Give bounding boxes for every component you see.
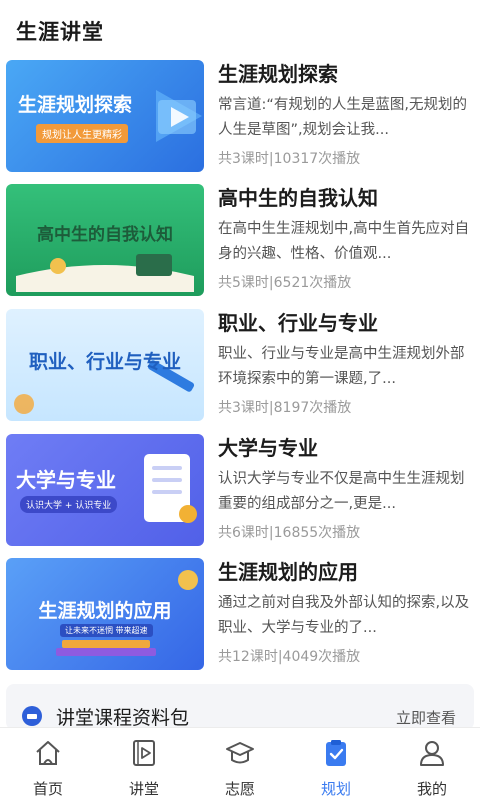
course-package-card[interactable]: 讲堂课程资料包 立即查看: [6, 684, 474, 730]
course-thumbnail[interactable]: 生涯规划的应用 让未来不迷惘 带来超速: [6, 558, 204, 670]
course-info: 大学与专业 认识大学与专业不仅是高中生生涯规划重要的组成部分之一,更是... 共…: [218, 434, 474, 546]
course-description: 通过之前对自我及外部认知的探索,以及职业、大学与专业的了...: [218, 595, 470, 636]
course-meta: 共3课时|8197次播放: [218, 400, 352, 416]
package-title: 讲堂课程资料包: [56, 707, 190, 729]
banner-title: 高中生的自我认知: [37, 225, 173, 245]
course-title: 职业、行业与专业: [218, 311, 378, 335]
header: 生涯讲堂: [0, 0, 480, 62]
view-now-link[interactable]: 立即查看: [396, 707, 456, 728]
course-description: 认识大学与专业不仅是高中生生涯规划重要的组成部分之一,更是...: [218, 471, 465, 512]
graduation-cap-icon: [226, 742, 254, 764]
course-description: 常言道:“有规划的人生是蓝图,无规划的人生是草图”,规划会让我...: [218, 97, 468, 138]
course-item[interactable]: 大学与专业 认识大学 + 认识专业 大学与专业 认识大学与专业不仅是高中生生涯规…: [0, 434, 480, 546]
course-item[interactable]: 生涯规划探索 规划让人生更精彩 生涯规划探索 常言道:“有规划的人生是蓝图,无规…: [0, 60, 480, 172]
course-description: 在高中生生涯规划中,高中生首先应对自身的兴趣、性格、价值观...: [218, 221, 470, 262]
course-thumbnail[interactable]: 大学与专业 认识大学 + 认识专业: [6, 434, 204, 546]
course-title: 高中生的自我认知: [218, 186, 378, 210]
tab-planning[interactable]: 规划: [288, 728, 384, 803]
user-icon: [420, 741, 444, 766]
banner-subtitle: 规划让人生更精彩: [36, 124, 128, 143]
video-icon: [133, 740, 155, 766]
course-item[interactable]: 职业、行业与专业 职业、行业与专业 职业、行业与专业是高中生涯规划外部环境探索中…: [0, 309, 480, 421]
banner-subtitle: 认识大学 + 认识专业: [20, 496, 118, 513]
course-title: 大学与专业: [218, 436, 318, 460]
tab-mine[interactable]: 我的: [384, 728, 480, 803]
course-item[interactable]: 高中生的自我认知 高中生的自我认知 在高中生生涯规划中,高中生首先应对自身的兴趣…: [0, 184, 480, 296]
tab-home[interactable]: 首页: [0, 728, 96, 803]
course-info: 生涯规划的应用 通过之前对自我及外部认知的探索,以及职业、大学与专业的了... …: [218, 558, 474, 670]
course-meta: 共3课时|10317次播放: [218, 151, 361, 167]
course-title: 生涯规划探索: [218, 62, 338, 86]
course-meta: 共12课时|4049次播放: [218, 649, 361, 665]
course-info: 职业、行业与专业 职业、行业与专业是高中生涯规划外部环境探索中的第一课题,了..…: [218, 309, 474, 421]
banner-subtitle: 让未来不迷惘 带来超速: [60, 624, 153, 637]
banner-title: 生涯规划探索: [18, 94, 133, 116]
page-title: 生涯讲堂: [16, 20, 104, 44]
package-icon: [22, 706, 42, 726]
course-meta: 共5课时|6521次播放: [218, 275, 352, 291]
course-item[interactable]: 生涯规划的应用 让未来不迷惘 带来超速 生涯规划的应用 通过之前对自我及外部认知…: [0, 558, 480, 670]
home-icon: [36, 741, 60, 765]
tab-lecture[interactable]: 讲堂: [96, 728, 192, 803]
course-thumbnail[interactable]: 生涯规划探索 规划让人生更精彩: [6, 60, 204, 172]
course-description: 职业、行业与专业是高中生涯规划外部环境探索中的第一课题,了...: [218, 346, 465, 387]
course-thumbnail[interactable]: 职业、行业与专业: [6, 309, 204, 421]
tab-label: 首页: [32, 780, 63, 798]
clipboard-icon: [326, 740, 346, 766]
tab-volunteer[interactable]: 志愿: [192, 728, 288, 803]
course-info: 高中生的自我认知 在高中生生涯规划中,高中生首先应对自身的兴趣、性格、价值观..…: [218, 184, 474, 296]
banner-title: 职业、行业与专业: [28, 351, 181, 373]
bottom-tab-bar: 首页 讲堂 志愿 规划 我的: [0, 727, 480, 803]
course-info: 生涯规划探索 常言道:“有规划的人生是蓝图,无规划的人生是草图”,规划会让我..…: [218, 60, 474, 172]
tab-label: 讲堂: [128, 780, 159, 798]
course-title: 生涯规划的应用: [218, 560, 358, 584]
course-thumbnail[interactable]: 高中生的自我认知: [6, 184, 204, 296]
banner-title: 生涯规划的应用: [38, 600, 172, 622]
tab-label: 规划: [320, 780, 351, 798]
tab-label: 志愿: [224, 780, 255, 798]
course-meta: 共6课时|16855次播放: [218, 525, 361, 541]
tab-label: 我的: [416, 780, 447, 798]
banner-title: 大学与专业: [16, 468, 116, 492]
